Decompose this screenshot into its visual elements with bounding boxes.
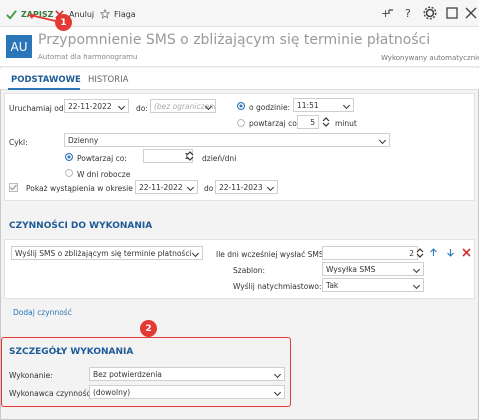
star-icon <box>100 9 110 19</box>
svg-text:?: ? <box>405 7 411 20</box>
end-date-label: do: <box>136 104 148 113</box>
tab-basic[interactable]: PODSTAWOWE <box>11 75 81 85</box>
flag-button[interactable]: Flaga <box>100 7 136 21</box>
repeat-days-radio[interactable] <box>65 153 73 161</box>
help-icon[interactable]: ? <box>401 5 417 21</box>
record-subtitle: Automat dla harmonogramu <box>38 53 138 61</box>
minutes-input[interactable]: 5 <box>297 115 319 129</box>
send-now-label: Wyślij natychmiastowo: <box>233 282 322 291</box>
execution-mode-note: Wykonywany automatycznie <box>381 54 479 62</box>
cycle-select[interactable]: Dzienny <box>64 133 390 147</box>
flag-label: Flaga <box>114 9 136 19</box>
executor-label: Wykonawca czynności: <box>9 389 96 398</box>
time-select[interactable]: 11:51 <box>293 98 354 112</box>
maximize-icon[interactable] <box>444 5 460 21</box>
repeat-interval-radio[interactable] <box>237 119 245 127</box>
execution-mode-select[interactable]: Bez potwierdzenia <box>89 367 285 381</box>
executor-select[interactable]: (dowolny) <box>89 385 285 399</box>
days-before-stepper[interactable] <box>416 247 424 259</box>
tab-history[interactable]: HISTORIA <box>88 75 128 85</box>
move-down-icon[interactable] <box>446 248 455 257</box>
period-to-label: do <box>204 184 214 193</box>
end-date-picker[interactable]: (bez ograniczenia) <box>150 99 216 113</box>
days-before-input[interactable]: 2 <box>322 246 418 260</box>
callout-2: 2 <box>140 320 157 337</box>
minutes-stepper[interactable] <box>322 116 330 128</box>
extend-icon[interactable]: + <box>379 5 395 21</box>
window-close-icon[interactable] <box>463 5 479 21</box>
start-date-label: Uruchamiaj od: <box>9 104 67 113</box>
execution-mode-label: Wykonanie: <box>9 371 53 380</box>
minutes-unit: minut <box>335 119 357 128</box>
add-action-link[interactable]: Dodaj czynność <box>13 308 72 317</box>
workdays-label: W dni robocze <box>77 170 131 179</box>
template-label: Szablon: <box>233 266 266 275</box>
repeat-days-label: Powtarzaj co: <box>77 154 127 163</box>
cycle-label: Cykl: <box>9 138 28 147</box>
day-unit-label: dzień/dni <box>202 154 237 163</box>
workdays-radio[interactable] <box>65 169 73 177</box>
action-select[interactable]: Wyślij SMS o zbliżającym się terminie pł… <box>11 246 203 260</box>
show-occurrences-checkbox[interactable] <box>9 183 18 192</box>
repeat-interval-label: powtarzaj co: <box>249 119 300 128</box>
days-before-label: Ile dni wcześniej wysłać SMS: <box>216 250 327 259</box>
template-select[interactable]: Wysyłka SMS <box>322 262 424 276</box>
callout-1: 1 <box>55 14 72 31</box>
at-time-label: o godzinie: <box>249 103 291 112</box>
gear-icon[interactable] <box>422 5 438 21</box>
move-up-icon[interactable] <box>429 248 438 257</box>
checkmark-icon <box>6 9 17 20</box>
active-tab-indicator <box>8 88 80 90</box>
at-time-radio[interactable] <box>237 102 245 110</box>
record-type-badge: AU <box>6 35 32 58</box>
record-title: Przypomnienie SMS o zbliżającym się term… <box>38 32 431 48</box>
actions-section-title: CZYNNOŚCI DO WYKONANIA <box>9 221 153 231</box>
repeat-days-stepper[interactable] <box>186 150 194 162</box>
start-date-picker[interactable]: 22-11-2022 <box>64 99 129 113</box>
cancel-label: Anuluj <box>69 9 95 19</box>
period-to-picker[interactable]: 22-11-2023 <box>215 180 278 194</box>
show-occurrences-label: Pokaż wystąpienia w okresie od <box>26 184 145 193</box>
send-now-select[interactable]: Tak <box>322 278 424 292</box>
period-from-picker[interactable]: 22-11-2022 <box>135 180 198 194</box>
checkmark-icon <box>10 184 17 191</box>
delete-icon[interactable] <box>462 248 471 257</box>
execution-section-title: SZCZEGÓŁY WYKONANIA <box>9 347 134 357</box>
